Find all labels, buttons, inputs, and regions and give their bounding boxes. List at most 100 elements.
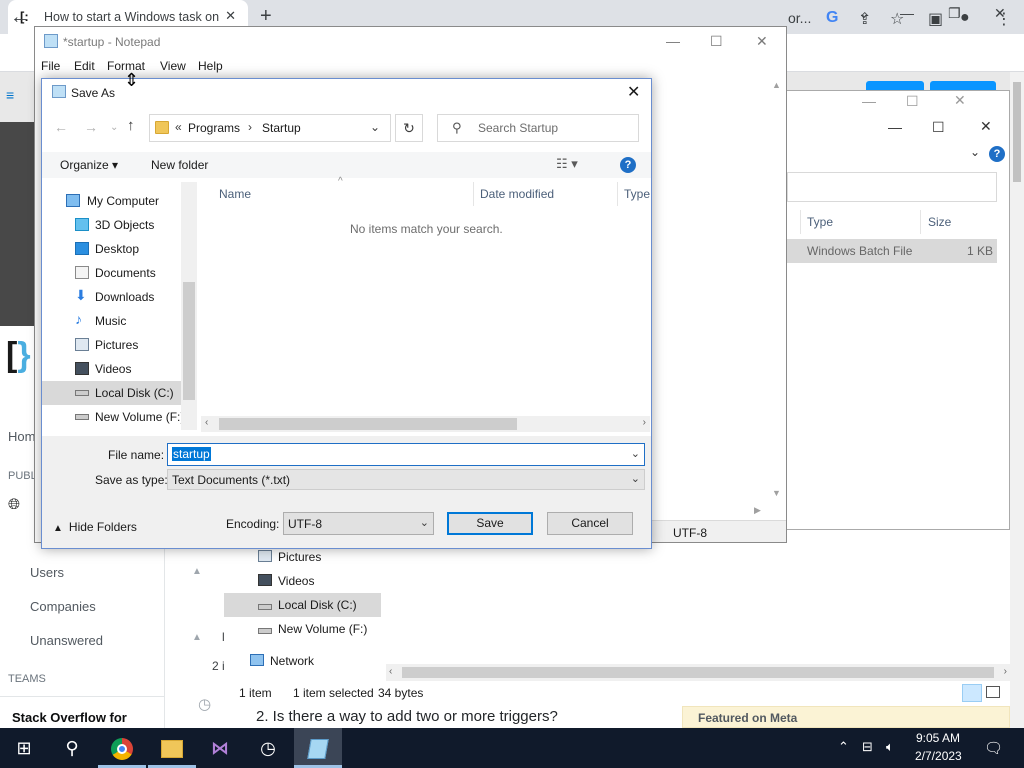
vote-arrow-icon[interactable]: ▲ bbox=[192, 632, 202, 643]
scroll-left-icon[interactable]: ‹ bbox=[205, 417, 208, 428]
column-header-date-modified[interactable]: Date modified bbox=[480, 187, 554, 201]
notepad-maximize-icon[interactable]: ☐ bbox=[710, 33, 723, 50]
tree-item-new-volume[interactable]: New Volume (F:) bbox=[42, 405, 197, 429]
tree-item-desktop[interactable]: Desktop bbox=[42, 237, 197, 261]
explorer-nav-videos[interactable]: Videos bbox=[258, 574, 314, 588]
tray-overflow-icon[interactable]: ⌃ bbox=[838, 739, 849, 755]
explorer-nav-network[interactable]: Network bbox=[250, 654, 314, 668]
page-scrollbar[interactable] bbox=[1010, 72, 1024, 728]
chrome-menu-icon[interactable]: ⋮ bbox=[996, 9, 1012, 29]
column-header-name[interactable]: Name bbox=[219, 187, 251, 201]
new-tab-button[interactable]: + bbox=[260, 5, 272, 28]
so-nav-home[interactable]: Hom bbox=[8, 429, 35, 444]
stackoverflow-logo[interactable]: [} bbox=[6, 336, 31, 375]
large-icons-view-icon[interactable] bbox=[986, 686, 1000, 698]
chevron-down-icon[interactable]: ⌄ bbox=[370, 120, 380, 134]
hide-folders-button[interactable]: ▲ Hide Folders bbox=[53, 520, 137, 534]
explorer-horizontal-scrollbar[interactable]: ‹ › bbox=[386, 664, 1010, 681]
chrome-app-icon[interactable] bbox=[98, 728, 146, 768]
save-button[interactable]: Save bbox=[447, 512, 533, 535]
notepad-minimize-icon[interactable]: — bbox=[666, 33, 680, 49]
notepad-close-icon[interactable]: ✕ bbox=[756, 33, 768, 50]
explorer-nav-new-volume[interactable]: New Volume (F:) bbox=[258, 622, 367, 636]
tree-item-local-disk[interactable]: Local Disk (C:) bbox=[42, 381, 197, 405]
refresh-icon[interactable]: ↻ bbox=[395, 114, 423, 142]
so-nav-users[interactable]: Users bbox=[30, 565, 64, 580]
close-tab-icon[interactable]: ✕ bbox=[225, 8, 236, 24]
notepad-vertical-scrollbar[interactable]: ▲ ▼ bbox=[768, 78, 785, 504]
menu-file[interactable]: File bbox=[41, 59, 60, 73]
file-list-horizontal-scrollbar[interactable]: ‹ › bbox=[201, 416, 650, 432]
share-icon[interactable]: ⇪ bbox=[858, 9, 871, 29]
chrome-restore-icon[interactable]: ❐ bbox=[948, 5, 961, 22]
explorer-nav-local-disk[interactable]: Local Disk (C:) bbox=[258, 598, 357, 612]
explorer-close-icon[interactable]: ✕ bbox=[980, 118, 992, 135]
google-icon[interactable]: G bbox=[826, 9, 838, 27]
search-input[interactable]: ⚲ Search Startup bbox=[437, 114, 639, 142]
scroll-down-icon[interactable]: ▼ bbox=[772, 488, 781, 498]
scroll-left-icon[interactable]: ‹ bbox=[389, 666, 392, 677]
explorer-hscroll-thumb[interactable] bbox=[402, 667, 994, 678]
tree-item-documents[interactable]: Documents bbox=[42, 261, 197, 285]
so-nav-unanswered[interactable]: Unanswered bbox=[30, 633, 103, 648]
notifications-icon[interactable]: 🗨︎ bbox=[984, 739, 1003, 757]
encoding-select[interactable]: UTF-8 ⌄ bbox=[283, 512, 434, 535]
notepad-app-icon[interactable] bbox=[294, 728, 342, 768]
save-as-type-select[interactable]: Text Documents (*.txt) ⌄ bbox=[167, 469, 645, 490]
start-windows-icon[interactable]: ⊞ bbox=[0, 728, 48, 768]
explorer-maximize-icon[interactable]: ☐ bbox=[932, 119, 945, 136]
task-scheduler-app-icon[interactable]: ◷ bbox=[244, 728, 292, 768]
explorer-help-icon[interactable]: ? bbox=[989, 146, 1005, 162]
explorer-nav-pictures[interactable]: Pictures bbox=[258, 550, 321, 564]
new-folder-button[interactable]: New folder bbox=[151, 158, 208, 172]
details-view-icon[interactable] bbox=[962, 684, 982, 702]
hamburger-menu-icon[interactable]: ≡ bbox=[6, 87, 14, 103]
side-panel-icon[interactable]: ▣ bbox=[928, 9, 943, 29]
navigation-pane-scrollbar[interactable] bbox=[181, 182, 197, 430]
tree-item-my-computer[interactable]: My Computer bbox=[42, 189, 197, 213]
history-clock-icon[interactable]: ◷ bbox=[198, 695, 211, 713]
scroll-right-icon[interactable]: ▶ bbox=[754, 505, 761, 516]
back-arrow-icon[interactable]: ← bbox=[10, 6, 30, 29]
tree-item-downloads[interactable]: ⬇ Downloads bbox=[42, 285, 197, 309]
column-header-type[interactable]: Type bbox=[624, 187, 650, 201]
address-bar-fragment[interactable]: or... bbox=[788, 10, 811, 26]
file-list-hscroll-thumb[interactable] bbox=[219, 418, 517, 430]
ribbon-expand-icon[interactable]: ⌄ bbox=[970, 145, 980, 159]
taskbar-search-icon[interactable]: ⚲ bbox=[48, 728, 96, 768]
visual-studio-app-icon[interactable]: ⋈ bbox=[196, 728, 244, 768]
change-view-icon[interactable]: ☷ ▾ bbox=[556, 156, 578, 172]
explorer-column-type[interactable]: Type bbox=[807, 215, 833, 229]
address-bar[interactable]: « Programs › Startup ⌄ bbox=[149, 114, 391, 142]
volume-icon[interactable]: 🔈︎ bbox=[886, 739, 894, 755]
clock-time[interactable]: 9:05 AM bbox=[916, 731, 960, 745]
file-name-input[interactable]: startup ⌄ bbox=[167, 443, 645, 466]
profile-avatar-icon[interactable]: ● bbox=[960, 9, 970, 27]
navigation-scroll-thumb[interactable] bbox=[183, 282, 195, 400]
network-tray-icon[interactable]: ⊟ bbox=[862, 739, 873, 755]
recent-locations-icon[interactable]: ⌄ bbox=[110, 122, 118, 133]
nav-back-icon[interactable]: ← bbox=[54, 119, 68, 135]
help-icon[interactable]: ? bbox=[620, 157, 636, 173]
breadcrumb-overflow[interactable]: « bbox=[175, 120, 182, 134]
explorer-search-field[interactable] bbox=[787, 172, 997, 202]
chevron-down-icon[interactable]: ⌄ bbox=[420, 516, 429, 529]
organize-button[interactable]: Organize ▾ bbox=[60, 158, 118, 172]
breadcrumb-separator[interactable]: › bbox=[248, 120, 252, 134]
page-scrollbar-thumb[interactable] bbox=[1013, 82, 1021, 182]
breadcrumb-programs[interactable]: Programs bbox=[188, 121, 240, 135]
chevron-down-icon[interactable]: ⌄ bbox=[631, 447, 640, 460]
scroll-up-icon[interactable]: ▲ bbox=[772, 80, 781, 90]
vote-arrow-icon[interactable]: ▲ bbox=[192, 566, 202, 577]
tree-item-music[interactable]: ♪ Music bbox=[42, 309, 197, 333]
tree-item-3d-objects[interactable]: 3D Objects bbox=[42, 213, 197, 237]
scroll-right-icon[interactable]: › bbox=[1004, 666, 1007, 677]
menu-help[interactable]: Help bbox=[198, 59, 223, 73]
clock-date[interactable]: 2/7/2023 bbox=[915, 749, 962, 763]
nav-forward-icon[interactable]: → bbox=[84, 119, 98, 135]
so-nav-companies[interactable]: Companies bbox=[30, 599, 96, 614]
up-folder-icon[interactable]: ↑ bbox=[127, 117, 135, 134]
cancel-button[interactable]: Cancel bbox=[547, 512, 633, 535]
bookmark-star-icon[interactable]: ☆ bbox=[890, 9, 904, 29]
explorer-minimize-icon[interactable]: — bbox=[888, 119, 902, 135]
